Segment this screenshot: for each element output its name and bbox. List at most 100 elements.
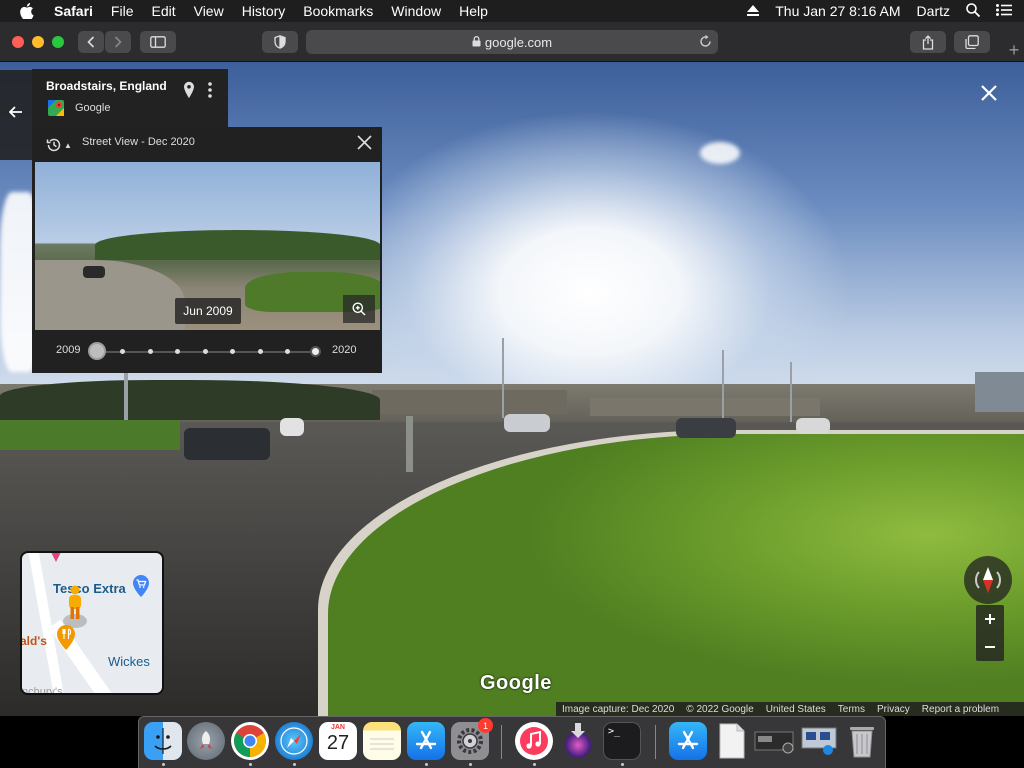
calendar-icon[interactable]: JAN 27: [319, 722, 357, 760]
user-name[interactable]: Dartz: [917, 3, 950, 19]
screenshot-stack-icon[interactable]: [753, 722, 797, 760]
google-watermark: Google: [480, 672, 552, 694]
preview-road: [35, 260, 185, 330]
share-icon: [922, 34, 934, 50]
tab-overview-button[interactable]: [954, 31, 990, 53]
running-indicator: [249, 763, 252, 766]
compass-needle-icon: [974, 567, 1002, 593]
grass-verge: [0, 420, 180, 450]
apple-icon[interactable]: [20, 3, 34, 19]
notes-icon[interactable]: [363, 722, 401, 760]
timeline-point[interactable]: [285, 349, 290, 354]
timeline-slider-thumb[interactable]: [88, 342, 106, 360]
timeline-point[interactable]: [202, 349, 208, 354]
close-time-machine-icon[interactable]: [357, 135, 372, 155]
minimize-window-button[interactable]: [32, 36, 44, 48]
new-tab-plus-icon[interactable]: +: [1004, 40, 1024, 60]
dock-separator: [655, 725, 656, 759]
safari-icon[interactable]: [275, 722, 313, 760]
system-preferences-icon[interactable]: 1: [451, 718, 493, 760]
music-icon[interactable]: [515, 722, 553, 760]
timeline-end-year: 2020: [332, 344, 357, 356]
forward-button[interactable]: [105, 31, 131, 53]
chrome-icon[interactable]: [231, 722, 269, 760]
timeline-track[interactable]: [100, 351, 316, 353]
clock-text[interactable]: Thu Jan 27 8:16 AM: [775, 3, 900, 19]
reload-icon[interactable]: [699, 34, 712, 51]
historical-preview-image[interactable]: Jun 2009: [35, 162, 380, 330]
map-label-partial: nchurv's: [22, 686, 63, 695]
launchpad-icon[interactable]: [187, 722, 225, 760]
timeline-point[interactable]: [257, 349, 263, 354]
menu-safari[interactable]: Safari: [54, 3, 93, 19]
close-window-button[interactable]: [12, 36, 24, 48]
google-maps-icon: [48, 100, 64, 116]
share-button[interactable]: [910, 31, 946, 53]
report-problem-link[interactable]: Report a problem: [922, 704, 999, 715]
privacy-link[interactable]: Privacy: [877, 704, 910, 715]
arrow-left-icon: [9, 106, 22, 118]
timeline-point[interactable]: [230, 349, 235, 354]
running-indicator: [425, 763, 428, 766]
terms-link[interactable]: Terms: [838, 704, 865, 715]
lamp-post: [722, 350, 724, 420]
back-to-map-button[interactable]: [0, 70, 32, 160]
timeline-point[interactable]: [147, 349, 153, 354]
close-street-view-icon[interactable]: [980, 84, 998, 107]
privacy-report-button[interactable]: [262, 31, 298, 53]
more-options-icon[interactable]: [208, 82, 212, 103]
sidebar-toggle-button[interactable]: [140, 31, 176, 53]
terminal-icon[interactable]: >_: [603, 722, 641, 760]
downloads-stack-icon[interactable]: [797, 722, 841, 760]
menu-view[interactable]: View: [194, 3, 224, 19]
chevron-right-icon: [114, 36, 122, 48]
menu-window[interactable]: Window: [391, 3, 441, 19]
tabs-icon: [965, 35, 979, 49]
open-historical-image-button[interactable]: [343, 295, 375, 323]
menu-history[interactable]: History: [242, 3, 286, 19]
installer-icon[interactable]: [559, 722, 597, 760]
menu-help[interactable]: Help: [459, 3, 488, 19]
app-store-icon[interactable]: [407, 722, 445, 760]
car: [184, 428, 270, 460]
menu-bookmarks[interactable]: Bookmarks: [303, 3, 373, 19]
timeline-point[interactable]: [120, 349, 125, 354]
mini-map[interactable]: Tesco Extra ald's Wickes nchurv's: [20, 551, 164, 695]
history-clock-icon[interactable]: [46, 137, 62, 158]
trash-icon[interactable]: [843, 722, 881, 760]
region-link[interactable]: United States: [766, 704, 826, 715]
dock: JAN 27 1 >_: [138, 716, 886, 768]
car: [676, 418, 736, 438]
control-center-icon[interactable]: [996, 3, 1012, 19]
calendar-day: 27: [326, 732, 350, 754]
eject-icon[interactable]: [747, 3, 760, 19]
menu-edit[interactable]: Edit: [151, 3, 175, 19]
zoom-in-button[interactable]: [976, 605, 1004, 633]
preview-trees: [95, 230, 380, 260]
document-icon[interactable]: [713, 722, 751, 760]
menu-file[interactable]: File: [111, 3, 134, 19]
notification-badge: 1: [478, 718, 493, 733]
zoom-window-button[interactable]: [52, 36, 64, 48]
browser-toolbar: google.com +: [0, 22, 1024, 62]
spotlight-search-icon[interactable]: [966, 2, 981, 20]
tree-line: [0, 380, 380, 420]
map-pin-icon[interactable]: [183, 81, 195, 104]
selected-date-badge: Jun 2009: [175, 298, 241, 324]
back-button[interactable]: [78, 31, 104, 53]
app-store-downloads-icon[interactable]: [669, 722, 707, 760]
finder-icon[interactable]: [144, 722, 182, 760]
bollard: [406, 416, 413, 472]
timeline-current-point[interactable]: [310, 346, 321, 357]
timeline-point[interactable]: [175, 349, 180, 354]
place-title[interactable]: Broadstairs, England: [46, 79, 167, 93]
restaurant-icon: [56, 625, 76, 656]
address-bar[interactable]: google.com: [306, 30, 718, 54]
map-label-mcdonalds: ald's: [20, 634, 47, 648]
zoom-out-button[interactable]: [976, 633, 1004, 661]
caret-up-icon[interactable]: ▲: [64, 141, 72, 150]
compass-control[interactable]: [964, 556, 1012, 604]
url-text: google.com: [484, 34, 553, 50]
plus-icon: [985, 614, 995, 624]
building: [590, 398, 820, 416]
